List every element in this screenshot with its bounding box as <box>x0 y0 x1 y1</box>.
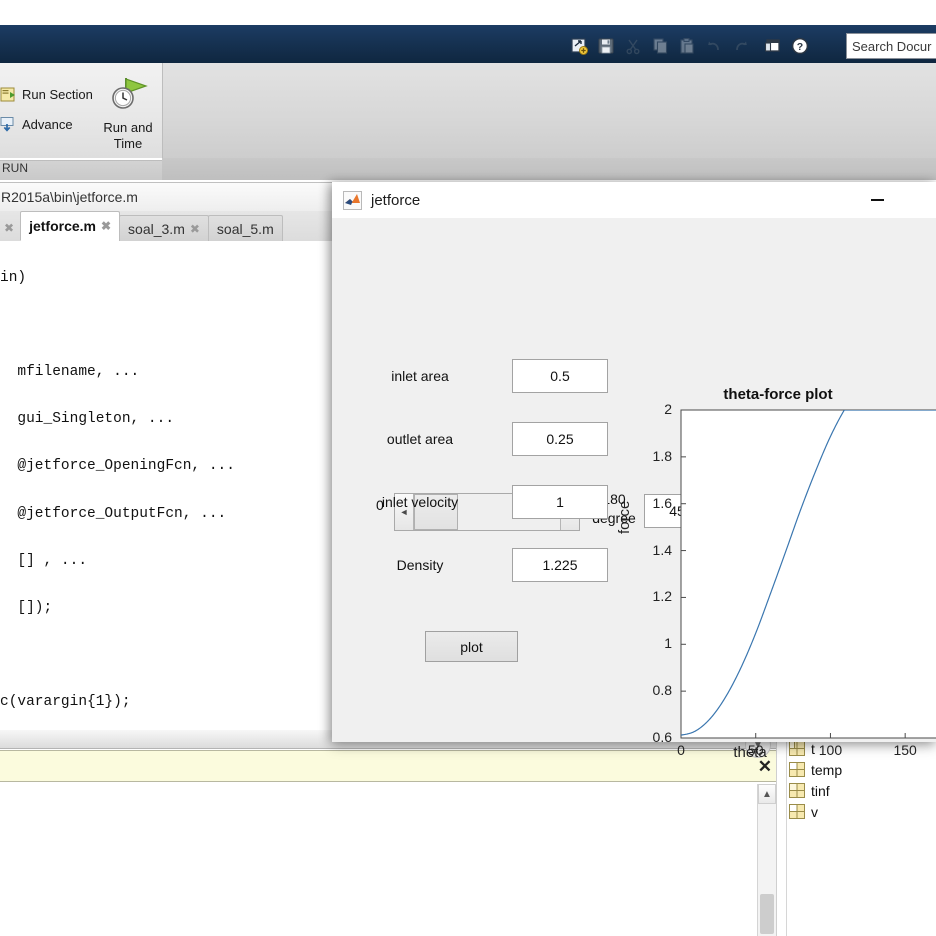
param-inlet-velocity: inlet velocity 1 <box>360 485 640 519</box>
tab-jetforce[interactable]: jetforce.m ✖ <box>20 211 121 241</box>
command-window[interactable] <box>0 784 760 936</box>
tab-soal-5[interactable]: soal_5.m <box>207 215 283 241</box>
param-label: inlet velocity <box>381 494 459 510</box>
run-section-label: Run Section <box>22 87 93 102</box>
tab-label-2: soal_5.m <box>216 220 274 237</box>
run-and-time-icon <box>106 78 150 119</box>
matrix-icon <box>789 804 805 819</box>
matrix-icon <box>789 783 805 798</box>
scrollbar-thumb[interactable] <box>760 894 774 934</box>
plot-button[interactable]: plot <box>425 631 518 662</box>
param-inlet-area: inlet area 0.5 <box>360 359 640 393</box>
ribbon-group-run-label: RUN <box>0 160 162 180</box>
run-and-time-label-2: Time <box>113 136 143 151</box>
window-top-strip <box>0 0 936 25</box>
run-and-time-label-1: Run and <box>103 120 153 135</box>
run-and-time-button[interactable]: Run and Time <box>96 72 160 152</box>
new-script-icon[interactable] <box>566 33 592 59</box>
variable-name: tinf <box>811 782 830 799</box>
chart-plot-area <box>680 409 936 739</box>
redo-icon <box>728 33 754 59</box>
density-input[interactable]: 1.225 <box>512 548 608 582</box>
param-label: Density <box>396 557 444 573</box>
tab-label-1: soal_3.m <box>128 220 185 237</box>
param-outlet-area: outlet area 0.25 <box>360 422 640 456</box>
ribbon-empty-area <box>162 63 936 158</box>
ribbon-bottom-strip <box>162 158 936 180</box>
jetforce-title: jetforce <box>371 191 421 209</box>
paste-icon <box>674 33 700 59</box>
param-density: Density 1.225 <box>360 548 640 582</box>
svg-text:?: ? <box>797 41 803 53</box>
jetforce-window: jetforce 0 ◄ ► 180 degree 45 force is 0.… <box>332 182 936 761</box>
save-icon[interactable] <box>593 33 619 59</box>
param-label: outlet area <box>386 431 454 447</box>
tab-close-icon-1[interactable]: ✖ <box>101 219 111 233</box>
cut-icon <box>620 33 646 59</box>
tab-soal-3[interactable]: soal_3.m ✖ <box>119 215 209 241</box>
jetforce-body: 0 ◄ ► 180 degree 45 force is 0.9026 inle… <box>332 218 936 761</box>
advance-label: Advance <box>22 117 73 132</box>
run-section-button[interactable]: Run Section <box>0 86 93 103</box>
variable-name: v <box>811 803 818 820</box>
inlet-area-input[interactable]: 0.5 <box>512 359 608 393</box>
quick-access-toolbar: ? <box>566 32 813 60</box>
run-section-icon <box>0 86 17 103</box>
advance-icon <box>0 116 17 133</box>
list-item[interactable]: tinf <box>789 780 936 801</box>
theta-force-chart: theta-force plot force theta 0.6 0.8 1 1.2 1… <box>616 386 936 776</box>
tab-close-icon-2[interactable]: ✖ <box>190 222 200 236</box>
matlab-logo-icon <box>343 190 362 210</box>
minimize-button[interactable] <box>854 182 900 218</box>
command-window-scrollbar[interactable]: ▲ <box>757 784 776 936</box>
list-item[interactable]: v <box>789 801 936 822</box>
tab-close-icon-0[interactable]: ✖ <box>0 221 20 241</box>
inlet-velocity-input[interactable]: 1 <box>512 485 608 519</box>
advance-button[interactable]: Advance <box>0 116 73 133</box>
matlab-desktop: ? Search Docur Run Section Advance Run a… <box>0 0 936 936</box>
param-label: inlet area <box>391 368 449 384</box>
copy-icon <box>647 33 673 59</box>
help-icon[interactable]: ? <box>787 33 813 59</box>
scroll-up-icon[interactable]: ▲ <box>758 784 776 804</box>
jetforce-title-bar[interactable]: jetforce <box>332 182 936 219</box>
tab-label-0: jetforce.m <box>29 218 96 234</box>
search-documentation-input[interactable]: Search Docur <box>846 33 936 59</box>
search-placeholder-text: Search Docur <box>852 38 932 54</box>
editor-tab-bar: ✖ jetforce.m ✖ soal_3.m ✖ soal_5.m <box>0 211 335 241</box>
undo-icon <box>701 33 727 59</box>
outlet-area-input[interactable]: 0.25 <box>512 422 608 456</box>
print-icon[interactable] <box>760 33 786 59</box>
breadcrumb: R2015a\bin\jetforce.m <box>0 183 335 211</box>
